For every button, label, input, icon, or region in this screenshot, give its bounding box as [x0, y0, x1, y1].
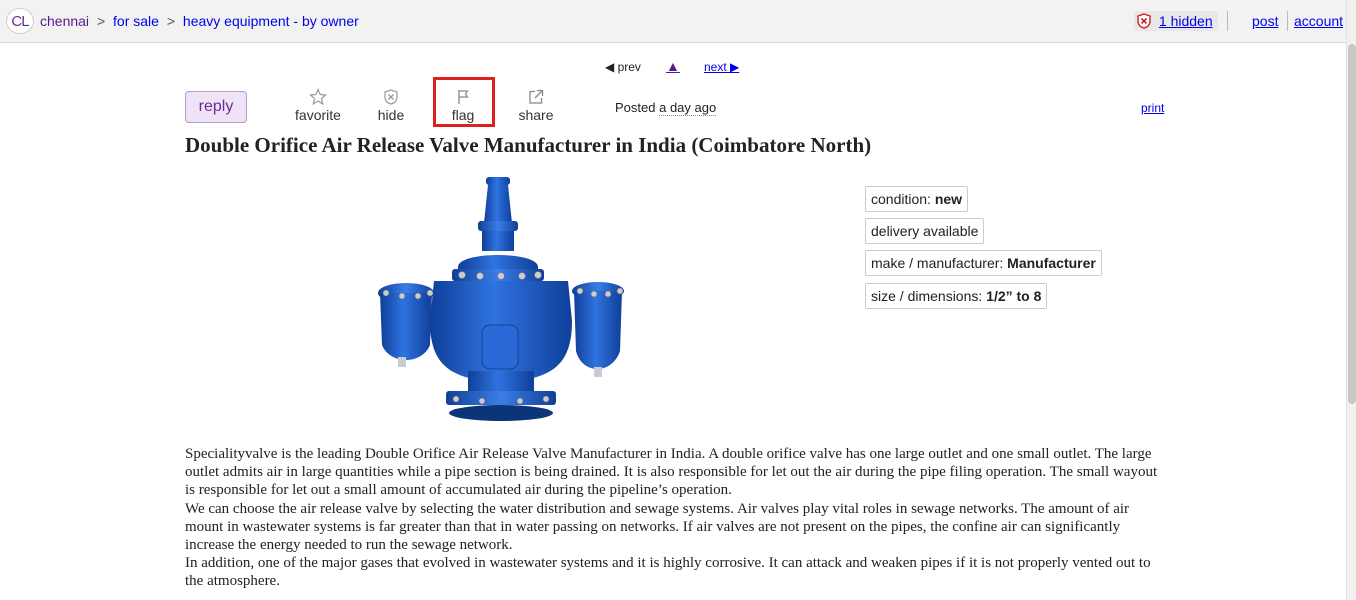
breadcrumb-subcategory[interactable]: heavy equipment - by owner	[183, 13, 359, 29]
hide-label: hide	[377, 107, 405, 123]
hide-icon	[372, 88, 410, 106]
next-arrow-icon: ▶	[730, 60, 740, 74]
post-link[interactable]: post	[1252, 13, 1278, 29]
hidden-shield-icon	[1137, 13, 1151, 34]
attr-condition-key: condition:	[871, 191, 935, 207]
attr-make-value: Manufacturer	[1007, 255, 1096, 271]
prev-link[interactable]: ◀ prev	[605, 60, 641, 74]
hide-button[interactable]: hide	[372, 88, 410, 123]
attr-make-key: make / manufacturer:	[871, 255, 1008, 271]
topbar-divider	[1227, 11, 1228, 31]
scrollbar-thumb[interactable]	[1348, 44, 1356, 404]
posted-date: Posted a day ago	[615, 100, 717, 116]
next-label: next	[704, 60, 727, 74]
attr-delivery: delivery available	[865, 218, 985, 244]
attr-size-value: 1/2” to 8	[986, 288, 1042, 304]
body-paragraph: Specialityvalve is the leading Double Or…	[185, 446, 1158, 499]
hidden-posts-indicator[interactable]: 1 hidden	[1134, 11, 1218, 31]
favorite-button[interactable]: favorite	[293, 88, 343, 123]
valve-product-image[interactable]	[372, 175, 630, 425]
breadcrumb-separator: >	[166, 13, 176, 29]
print-link[interactable]: print	[1141, 101, 1164, 115]
up-to-listing-link[interactable]: ▲	[666, 58, 680, 74]
attr-condition-value: new	[934, 191, 963, 207]
posting-title: Double Orifice Air Release Valve Manufac…	[185, 133, 872, 157]
posted-ago: a day ago	[659, 100, 717, 116]
attr-size-dimensions: size / dimensions: 1/2” to 8	[865, 283, 1048, 309]
body-paragraph: We can choose the air release valve by s…	[185, 500, 1130, 554]
body-paragraph: In addition, one of the major gases that…	[185, 555, 1151, 590]
breadcrumb-separator: >	[96, 13, 106, 29]
flag-highlight-box	[433, 77, 495, 127]
reply-button[interactable]: reply	[185, 91, 247, 123]
topbar-divider	[1287, 11, 1288, 31]
next-link[interactable]: next ▶	[704, 60, 739, 74]
breadcrumb-category[interactable]: for sale	[113, 13, 159, 29]
craigslist-logo[interactable]: CL	[6, 8, 34, 34]
share-icon	[515, 88, 557, 106]
hidden-count-link[interactable]: 1 hidden	[1159, 13, 1213, 29]
vertical-scrollbar[interactable]	[1346, 0, 1356, 600]
attr-make-manufacturer: make / manufacturer: Manufacturer	[865, 250, 1102, 276]
favorite-label: favorite	[295, 107, 341, 123]
star-icon	[293, 88, 343, 106]
attr-size-key: size / dimensions:	[871, 288, 987, 304]
share-button[interactable]: share	[515, 88, 557, 123]
attr-delivery-key: delivery available	[871, 223, 979, 239]
share-label: share	[518, 107, 554, 123]
attr-condition: condition: new	[865, 186, 969, 212]
account-link[interactable]: account	[1294, 13, 1343, 29]
breadcrumb-city[interactable]: chennai	[40, 13, 89, 29]
prev-arrow-icon: ◀	[605, 60, 615, 74]
posted-prefix: Posted	[615, 100, 656, 115]
top-bar: CL chennai > for sale > heavy equipment …	[0, 0, 1346, 43]
posting-body: Specialityvalve is the leading Double Or…	[185, 445, 1165, 591]
prev-label: prev	[617, 60, 641, 74]
breadcrumb: chennai > for sale > heavy equipment - b…	[40, 13, 359, 29]
